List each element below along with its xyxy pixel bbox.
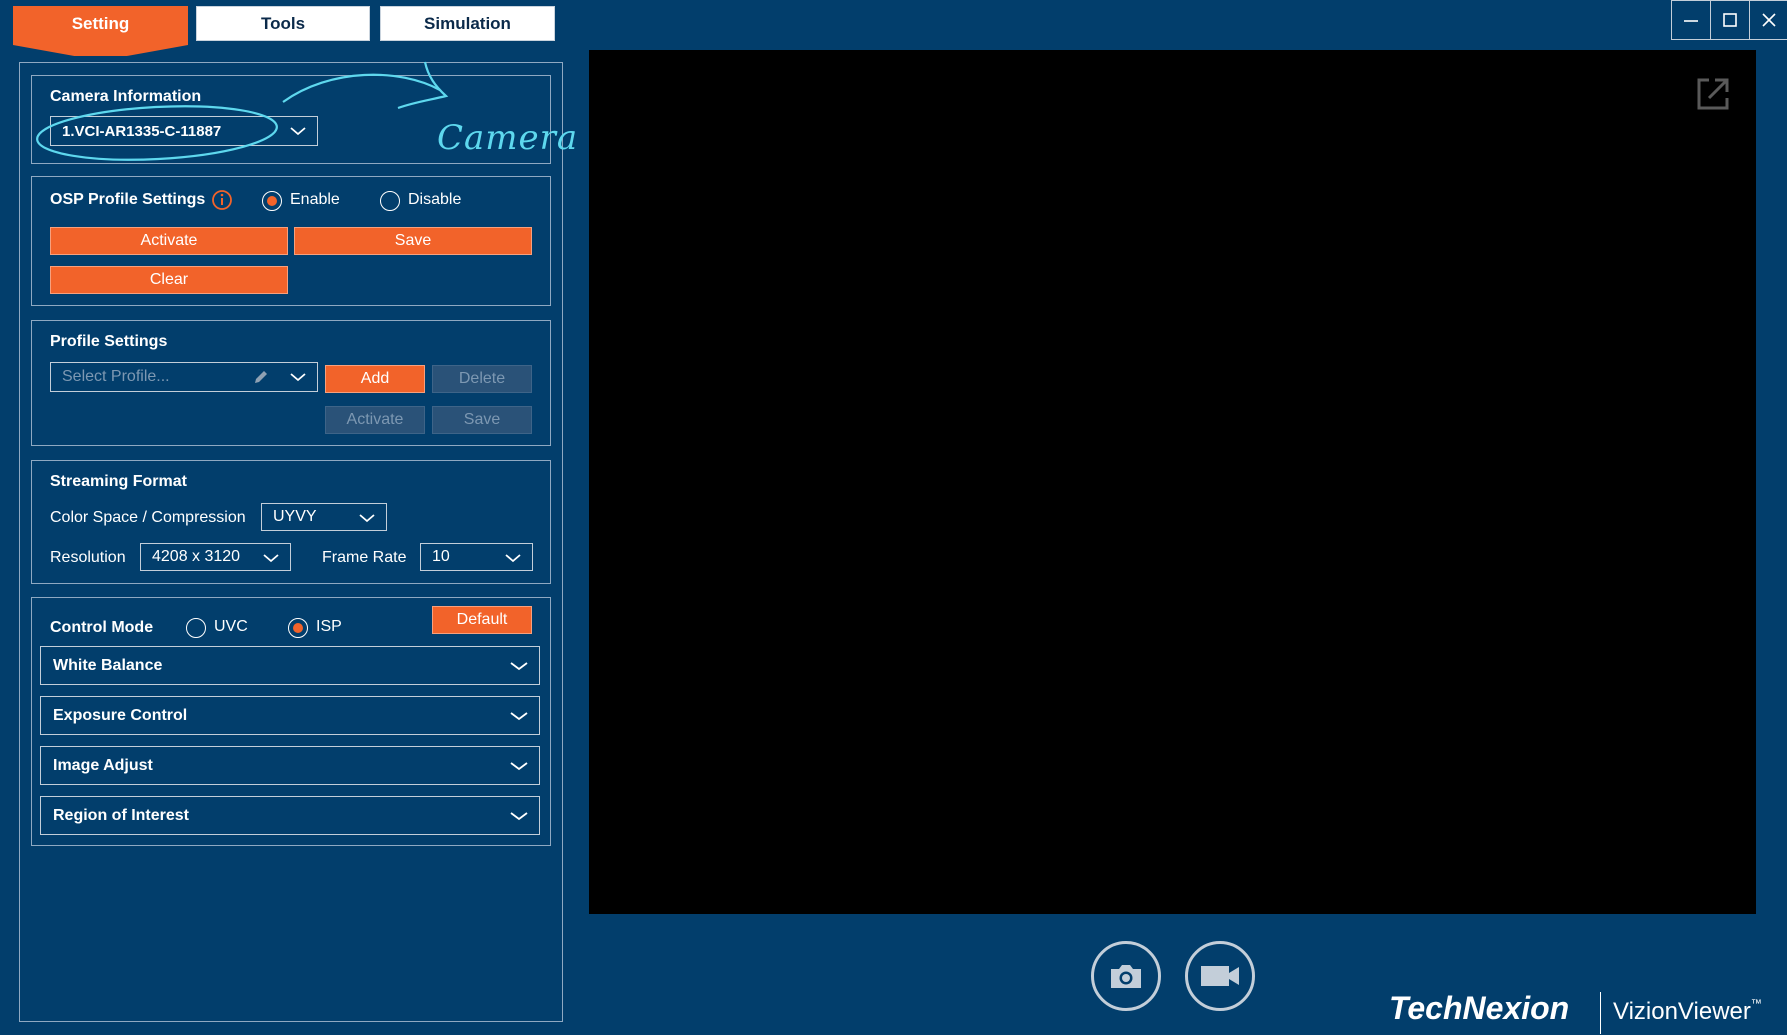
isp-radio[interactable] xyxy=(288,618,308,638)
isp-label: ISP xyxy=(316,618,342,635)
color-space-value: UYVY xyxy=(273,508,317,525)
profile-section: Profile Settings Select Profile... Add D… xyxy=(31,320,551,446)
region-of-interest-label: Region of Interest xyxy=(53,806,190,824)
chevron-down-icon xyxy=(510,712,528,721)
maximize-icon xyxy=(1723,13,1737,27)
osp-section: OSP Profile Settings Enable Disable Acti… xyxy=(31,176,551,306)
white-balance-label: White Balance xyxy=(53,656,163,674)
image-adjust-accordion[interactable]: Image Adjust xyxy=(40,746,540,785)
camera-icon xyxy=(1111,965,1141,988)
exposure-control-accordion[interactable]: Exposure Control xyxy=(40,696,540,735)
vizionviewer-logo: VizionViewer™ xyxy=(1613,998,1762,1026)
record-video-button[interactable] xyxy=(1185,941,1255,1011)
exposure-control-label: Exposure Control xyxy=(53,706,188,724)
control-mode-title: Control Mode xyxy=(50,619,154,636)
external-window-icon[interactable] xyxy=(1693,74,1733,114)
chevron-down-icon xyxy=(510,662,528,671)
tab-setting[interactable]: Setting xyxy=(13,6,188,56)
resolution-select[interactable]: 4208 x 3120 xyxy=(140,543,291,571)
info-icon[interactable] xyxy=(211,189,233,211)
osp-enable-radio[interactable] xyxy=(262,191,282,211)
vizionviewer-name: VizionViewer xyxy=(1613,998,1751,1025)
white-balance-accordion[interactable]: White Balance xyxy=(40,646,540,685)
video-preview xyxy=(589,50,1756,914)
chevron-down-icon xyxy=(505,554,521,563)
osp-disable-radio[interactable] xyxy=(380,191,400,211)
chevron-down-icon xyxy=(510,762,528,771)
streaming-title: Streaming Format xyxy=(50,473,187,490)
snapshot-button[interactable] xyxy=(1091,941,1161,1011)
minimize-button[interactable] xyxy=(1671,0,1711,40)
image-adjust-label: Image Adjust xyxy=(53,756,153,774)
pencil-icon[interactable] xyxy=(252,369,269,386)
brand-divider xyxy=(1600,992,1601,1034)
osp-clear-button[interactable]: Clear xyxy=(50,266,288,294)
delete-profile-button[interactable]: Delete xyxy=(432,365,532,393)
chevron-down-icon xyxy=(290,373,306,382)
osp-activate-button[interactable]: Activate xyxy=(50,227,288,255)
osp-enable-label: Enable xyxy=(290,191,340,208)
save-profile-button[interactable]: Save xyxy=(432,406,532,434)
chevron-down-icon xyxy=(510,812,528,821)
close-button[interactable] xyxy=(1749,0,1787,40)
annotation-ellipse-arrow xyxy=(36,61,449,161)
color-space-select[interactable]: UYVY xyxy=(261,503,387,531)
resolution-label: Resolution xyxy=(50,549,126,566)
osp-title: OSP Profile Settings xyxy=(50,191,206,208)
video-camera-icon xyxy=(1201,966,1239,986)
tab-tools[interactable]: Tools xyxy=(196,6,370,41)
add-profile-button[interactable]: Add xyxy=(325,365,425,393)
streaming-section: Streaming Format Color Space / Compressi… xyxy=(31,460,551,584)
default-button[interactable]: Default xyxy=(432,606,532,634)
trademark-symbol: ™ xyxy=(1750,998,1762,1010)
frame-rate-value: 10 xyxy=(432,548,450,565)
frame-rate-label: Frame Rate xyxy=(322,549,407,566)
minimize-icon xyxy=(1684,20,1698,22)
uvc-radio[interactable] xyxy=(186,618,206,638)
activate-profile-button[interactable]: Activate xyxy=(325,406,425,434)
select-profile-placeholder: Select Profile... xyxy=(62,368,170,385)
technexion-logo: TechNexion xyxy=(1389,990,1570,1026)
resolution-value: 4208 x 3120 xyxy=(152,548,241,565)
osp-disable-label: Disable xyxy=(408,191,462,208)
maximize-button[interactable] xyxy=(1710,0,1750,40)
color-space-label: Color Space / Compression xyxy=(50,509,246,526)
frame-rate-select[interactable]: 10 xyxy=(420,543,533,571)
select-profile-dropdown[interactable]: Select Profile... xyxy=(50,362,318,392)
chevron-down-icon xyxy=(359,514,375,523)
profile-title: Profile Settings xyxy=(50,333,168,350)
region-of-interest-accordion[interactable]: Region of Interest xyxy=(40,796,540,835)
chevron-down-icon xyxy=(263,554,279,563)
close-icon xyxy=(1762,13,1776,27)
tab-simulation[interactable]: Simulation xyxy=(380,6,555,41)
uvc-label: UVC xyxy=(214,618,248,635)
osp-save-button[interactable]: Save xyxy=(294,227,532,255)
